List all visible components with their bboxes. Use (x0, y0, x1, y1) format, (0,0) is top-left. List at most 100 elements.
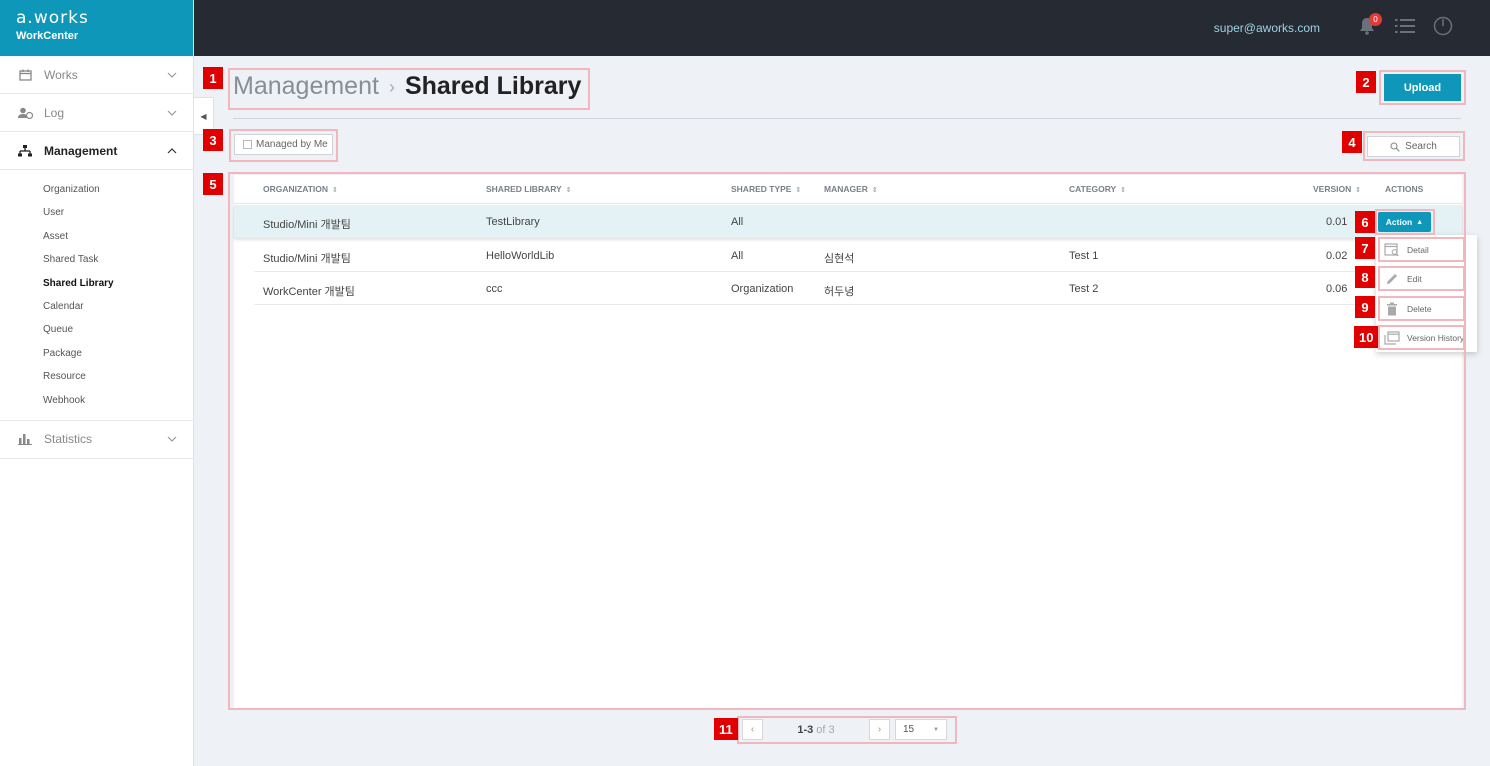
menu-item-label: Delete (1407, 303, 1432, 314)
annotation-label-6: 6 (1355, 211, 1375, 233)
menu-item-edit[interactable]: Edit (1376, 265, 1477, 295)
breadcrumb-parent[interactable]: Management (233, 72, 379, 100)
annotation-label-11: 11 (714, 718, 738, 740)
sidebar-item-management[interactable]: Management (0, 132, 193, 170)
sort-icon: ⇕ (871, 187, 878, 194)
cell-category: Test 1 (1069, 250, 1099, 262)
column-header-label: ORGANIZATION (263, 184, 329, 194)
annotation-label-7: 7 (1355, 237, 1375, 259)
header-divider (233, 118, 1461, 119)
sidebar-item-label: Management (44, 143, 118, 158)
search-button[interactable]: Search (1367, 136, 1460, 157)
brand-name: WorkCenter (16, 30, 79, 42)
menu-item-version-history[interactable]: Version History (1376, 324, 1477, 354)
annotation-label-3: 3 (203, 129, 223, 151)
column-header-label: SHARED TYPE (731, 184, 792, 194)
column-header-manager[interactable]: MANAGER ⇕ (824, 184, 878, 194)
table-header: ORGANIZATION ⇕ SHARED LIBRARY ⇕ SHARED TYP… (234, 175, 1462, 204)
managed-by-me-label: Managed by Me (256, 139, 328, 150)
submenu-item-webhook[interactable]: Webhook (0, 389, 193, 412)
submenu-item-queue[interactable]: Queue (0, 318, 193, 341)
org-tree-icon (16, 144, 34, 158)
chevron-left-icon: ‹ (750, 724, 755, 735)
list-icon (1395, 18, 1415, 39)
submenu-item-asset[interactable]: Asset (0, 225, 193, 248)
submenu-item-shared-task[interactable]: Shared Task (0, 248, 193, 271)
sidebar-item-log[interactable]: Log (0, 94, 193, 132)
table-row[interactable]: Studio/Mini 개발팀 HelloWorldLib All 심현석 Te… (254, 239, 1462, 272)
caret-left-icon: ◀ (200, 111, 207, 121)
page-size-value: 15 (903, 724, 915, 735)
annotation-label-9: 9 (1355, 296, 1375, 318)
cell-organization: WorkCenter 개발팀 (263, 286, 355, 298)
cell-library: TestLibrary (486, 216, 540, 228)
chevron-down-icon (165, 433, 179, 445)
chevron-up-icon (165, 145, 179, 157)
managed-by-me-filter[interactable]: Managed by Me (234, 134, 333, 155)
brand-header[interactable]: a.works WorkCenter (0, 0, 193, 56)
page-total: of 3 (816, 723, 835, 736)
sidebar-item-statistics[interactable]: Statistics (0, 421, 193, 459)
list-menu-button[interactable] (1394, 17, 1416, 39)
sort-icon: ⇕ (565, 187, 572, 194)
action-menu: Detail Edit Delete Version History (1376, 235, 1477, 352)
menu-item-delete[interactable]: Delete (1376, 294, 1477, 324)
submenu-item-organization[interactable]: Organization (0, 178, 193, 201)
caret-up-icon: ▲ (1416, 218, 1424, 226)
submenu-item-resource[interactable]: Resource (0, 365, 193, 388)
search-icon (1390, 141, 1400, 152)
cell-library: ccc (486, 283, 503, 295)
cell-manager: 심현석 (824, 253, 855, 265)
chevron-down-icon (165, 107, 179, 119)
chevron-right-icon: › (877, 724, 882, 735)
submenu-item-package[interactable]: Package (0, 342, 193, 365)
column-header-version[interactable]: VERSION ⇕ (1313, 184, 1361, 194)
power-icon (1433, 16, 1453, 41)
column-header-label: CATEGORY (1069, 184, 1117, 194)
submenu-item-user[interactable]: User (0, 201, 193, 224)
menu-item-label: Edit (1407, 274, 1422, 285)
upload-button[interactable]: Upload (1384, 74, 1461, 101)
column-header-shared-type[interactable]: SHARED TYPE ⇕ (731, 184, 801, 194)
page-size-select[interactable]: 15 ▼ (895, 719, 947, 740)
submenu-item-shared-library[interactable]: Shared Library (0, 272, 193, 295)
managed-by-me-checkbox[interactable] (243, 140, 252, 149)
action-label: Action (1385, 217, 1413, 227)
annotation-label-8: 8 (1355, 266, 1375, 288)
submenu-item-calendar[interactable]: Calendar (0, 295, 193, 318)
column-header-category[interactable]: CATEGORY ⇕ (1069, 184, 1126, 194)
prev-page-button[interactable]: ‹ (742, 719, 763, 740)
page-title: Shared Library (404, 72, 582, 100)
menu-item-detail[interactable]: Detail (1376, 235, 1477, 265)
bar-chart-icon (16, 432, 34, 446)
sort-icon: ⇕ (332, 187, 338, 194)
action-dropdown-button[interactable]: Action ▲ (1378, 212, 1431, 232)
column-header-label: ACTIONS (1385, 184, 1424, 194)
column-header-shared-library[interactable]: SHARED LIBRARY ⇕ (486, 184, 572, 194)
annotation-label-4: 4 (1342, 131, 1362, 153)
top-bar: super@aworks.com 0 (194, 0, 1490, 56)
cell-library: HelloWorldLib (486, 250, 555, 262)
table-row[interactable]: Studio/Mini 개발팀 TestLibrary All 0.01 (234, 205, 1462, 238)
management-submenu: Organization User Asset Shared Task Shar… (0, 170, 193, 421)
annotation-label-10: 10 (1354, 326, 1379, 348)
calendar-icon (16, 68, 34, 82)
menu-item-label: Detail (1407, 244, 1429, 255)
sidebar-item-works[interactable]: Works (0, 56, 193, 94)
sidebar-item-label: Log (44, 105, 65, 120)
breadcrumb-separator: › (388, 76, 395, 97)
logout-button[interactable] (1432, 16, 1454, 41)
table-row[interactable]: WorkCenter 개발팀 ccc Organization 허두녕 Test… (254, 272, 1462, 305)
user-email[interactable]: super@aworks.com (1214, 21, 1320, 35)
cell-organization: Studio/Mini 개발팀 (263, 219, 351, 231)
next-page-button[interactable]: › (869, 719, 890, 740)
column-header-organization[interactable]: ORGANIZATION ⇕ (263, 184, 338, 194)
pagination: ‹ 1-3 of 3 › 15 ▼ (742, 719, 947, 740)
search-label: Search (1405, 141, 1437, 152)
column-header-label: MANAGER (824, 184, 868, 194)
history-icon (1384, 331, 1400, 345)
column-header-label: VERSION (1313, 184, 1352, 194)
trash-icon (1384, 302, 1400, 316)
notification-bell-button[interactable]: 0 (1356, 13, 1382, 39)
detail-icon (1384, 243, 1400, 257)
